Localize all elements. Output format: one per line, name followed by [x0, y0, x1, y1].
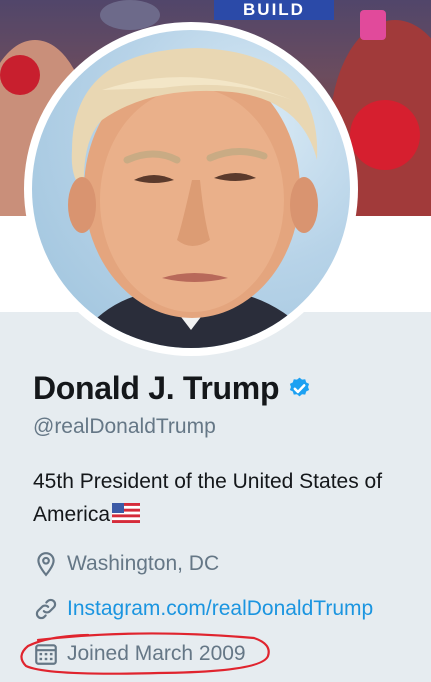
- banner-sign: BUILD: [214, 0, 334, 20]
- location-text: Washington, DC: [67, 552, 220, 575]
- profile-website: Instagram.com/realDonaldTrump: [33, 596, 373, 622]
- banner-crowd: [350, 100, 420, 170]
- location-pin-icon: [37, 552, 55, 577]
- annotation-circle: [20, 632, 270, 675]
- profile-avatar[interactable]: [24, 22, 358, 356]
- portrait-illustration: [68, 48, 322, 348]
- profile-location: Washington, DC: [33, 551, 219, 577]
- banner-crowd: [360, 10, 386, 40]
- profile-bio: 45th President of the United States of A…: [33, 465, 418, 531]
- verified-badge-icon: [290, 377, 310, 397]
- bio-text: 45th President of the United States of A…: [33, 470, 383, 526]
- avatar-photo: [32, 30, 350, 348]
- profile-name-row: Donald J. Trump: [33, 370, 312, 407]
- link-icon: [35, 598, 57, 620]
- banner-crowd: [100, 0, 160, 30]
- profile-handle: @realDonaldTrump: [33, 415, 216, 438]
- website-link[interactable]: Instagram.com/realDonaldTrump: [67, 597, 373, 621]
- us-flag-icon: [112, 503, 141, 523]
- profile-name: Donald J. Trump: [33, 370, 280, 406]
